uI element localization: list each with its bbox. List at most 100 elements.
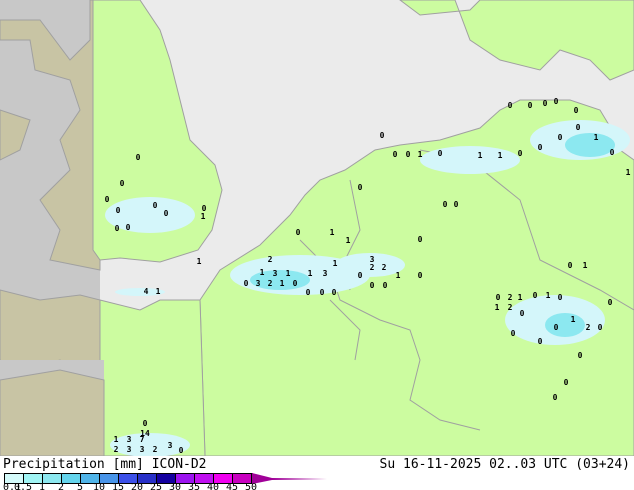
legend-tick-label: 15 [111,482,125,490]
map-title: Precipitation [mm] ICON-D2 [3,457,207,472]
precip-value: 0 [126,223,131,232]
precipitation-map: 000000010 014 1000 0 1 0 1 1 00001010 0 0 0021 3 10 3 2… [0,0,634,456]
model-name: ICON-D2 [151,457,207,472]
precip-value: 0 [578,351,583,360]
precip-value: 0 [543,99,548,108]
precip-value: 0 [293,279,298,288]
precip-value: 0 [116,206,121,215]
precip-value: 0 [554,97,559,106]
precip-value: 0 [332,288,337,297]
precip-value: 0 [610,148,615,157]
precip-value: 2 [508,303,513,312]
precip-value: 0 [528,101,533,110]
precip-value: 1 [333,259,338,268]
precip-value: 0 [454,200,459,209]
precip-value: 0 [296,228,301,237]
precip-value: 3 [168,441,173,450]
legend-tick-label: 35 [187,482,201,490]
map-footer: Precipitation [mm] ICON-D2 Su 16-11-2025… [0,456,634,490]
precip-value: 0 [533,291,538,300]
precip-value: 0 [574,106,579,115]
precip-value: 3 [273,269,278,278]
precip-value: 2 [114,445,119,454]
precip-value: 4 [144,287,149,296]
precip-value: 3 [140,445,145,454]
precip-value: 0 [383,281,388,290]
precip-value: 0 [358,183,363,192]
legend-tick-label: 2 [57,482,65,490]
legend-tick-label: 45 [225,482,239,490]
precip-value: 7 [140,435,145,444]
legend-tick-label: 0.5 [13,482,33,490]
precip-value: 0 [115,224,120,233]
precip-value: 0 [143,419,148,428]
weather-map-view: 0000000100141000010110000101000002131032… [0,0,634,490]
legend-tick-label: 25 [149,482,163,490]
valid-time: Su 16-11-2025 02..03 UTC (03+24) [379,457,630,472]
legend-tick-label: 30 [168,482,182,490]
precip-value: 0 [406,150,411,159]
precip-value: 1 [626,168,631,177]
precip-value: 0 [380,131,385,140]
precip-value: 0 [306,288,311,297]
precip-value: 3 [323,269,328,278]
precip-value: 1 [518,293,523,302]
precip-value: 0 [564,378,569,387]
precip-value: 0 [554,323,559,332]
legend-tick-label: 50 [244,482,258,490]
land-normandy [99,299,206,456]
precip-value: 1 [546,291,551,300]
precip-value: 0 [244,279,249,288]
precip-value: 1 [280,279,285,288]
precip-value: 0 [418,235,423,244]
precip-value: 0 [418,271,423,280]
precip-value: 0 [136,153,141,162]
precip-value: 0 [164,209,169,218]
legend-tick-label: 20 [130,482,144,490]
precip-value: 2 [268,279,273,288]
precip-value: 1 [498,151,503,160]
precip-value: 3 [127,445,132,454]
precip-value: 0 [179,446,184,455]
precip-value: 1 [396,271,401,280]
precip-value: 2 [268,255,273,264]
precip-value: 0 [538,337,543,346]
legend-tick-label: 1 [38,482,46,490]
precip-value: 0 [393,150,398,159]
precip-value: 0 [496,293,501,302]
precip-value: 1 [594,133,599,142]
precip-value: 1 [330,228,335,237]
precip-value: 0 [553,393,558,402]
precip-value: 1 [114,435,119,444]
legend-tick-label: 10 [92,482,106,490]
precip-value: 0 [520,309,525,318]
precip-value: 1 [308,269,313,278]
outside-land-brittany [0,369,105,456]
precip-value: 1 [583,261,588,270]
precip-value: 0 [508,101,513,110]
precip-value: 2 [153,445,158,454]
precip-value: 0 [438,149,443,158]
legend-tick-label: 5 [76,482,84,490]
precip-value: 1 [418,150,423,159]
precip-value: 0 [598,323,603,332]
precip-value: 0 [153,201,158,210]
precip-value: 2 [508,293,513,302]
precip-value: 1 [260,268,265,277]
precip-value: 0 [320,288,325,297]
precip-value: 0 [538,143,543,152]
precip-value: 0 [576,123,581,132]
legend-ticks: 0.1 0.5 1 2 5 10 15 20 25 30 35 40 45 50 [0,482,340,490]
precip-value: 0 [358,271,363,280]
precip-value: 1 [571,315,576,324]
precip-value: 1 [495,303,500,312]
precip-value: 3 [127,435,132,444]
precip-value: 1 [286,269,291,278]
precip-value: 0 [511,329,516,338]
precip-value: 0 [608,298,613,307]
precip-value: 1 [478,151,483,160]
precip-value: 1 [346,236,351,245]
precip-value: 1 [197,257,202,266]
precip-value: 1 [156,287,161,296]
precip-value: 0 [558,293,563,302]
